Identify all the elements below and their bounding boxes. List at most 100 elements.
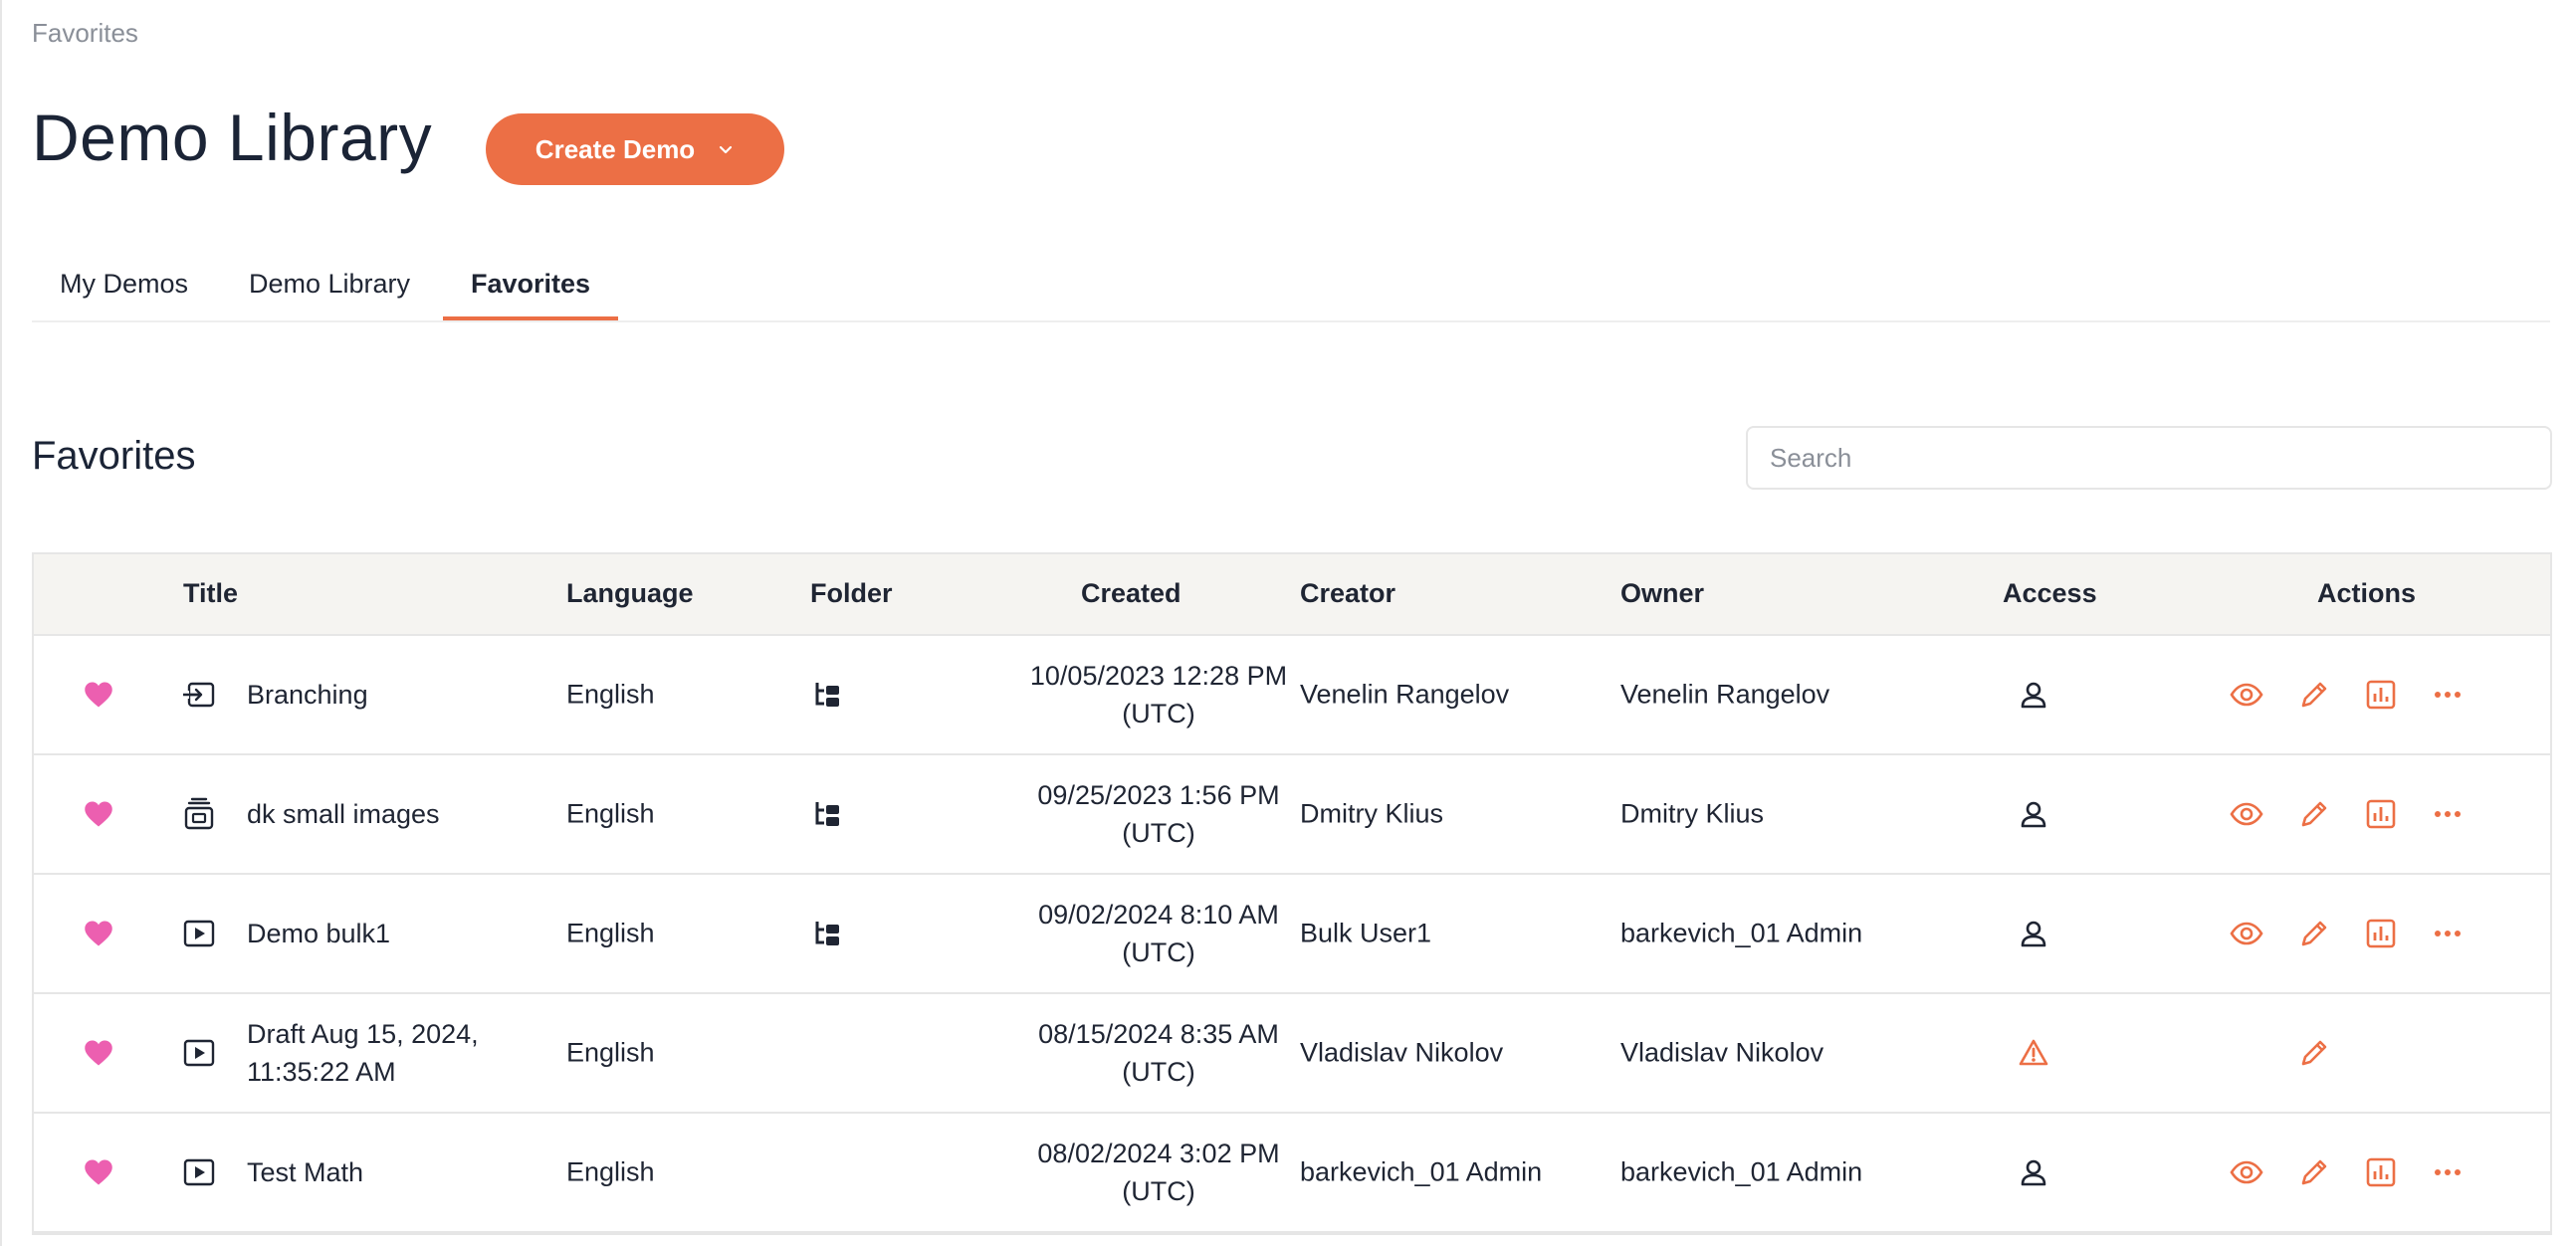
demo-title[interactable]: dk small images (247, 795, 506, 833)
search-input[interactable] (1746, 426, 2552, 490)
demo-created: 09/02/2024 8:10 AM (UTC) (989, 896, 1328, 971)
edit-pencil-icon[interactable] (2297, 917, 2331, 950)
created-date: 09/25/2023 1:56 PM (1037, 780, 1280, 810)
created-date: 08/02/2024 3:02 PM (1037, 1139, 1280, 1168)
active-tab-indicator (443, 316, 618, 320)
demo-created: 08/15/2024 8:35 AM (UTC) (989, 1015, 1328, 1091)
edit-pencil-icon[interactable] (2297, 678, 2331, 712)
header-title[interactable]: Title (183, 578, 238, 609)
tab-demo-library[interactable]: Demo Library (249, 269, 410, 300)
branching-icon (181, 678, 217, 712)
warning-icon (2019, 1038, 2048, 1068)
demo-title-line: Draft Aug 15, 2024, (247, 1019, 479, 1049)
demo-created: 10/05/2023 12:28 PM (UTC) (989, 657, 1328, 732)
table-row[interactable]: Branching English 10/05/2023 12:28 PM (UT… (34, 636, 2550, 755)
preview-eye-icon[interactable] (2230, 797, 2263, 831)
analytics-chart-icon[interactable] (2364, 678, 2398, 712)
more-options-icon[interactable] (2431, 797, 2465, 831)
preview-eye-icon[interactable] (2230, 1155, 2263, 1189)
create-demo-label: Create Demo (535, 133, 696, 164)
favorite-heart-icon[interactable] (84, 681, 113, 709)
demo-language: English (566, 679, 655, 710)
edit-pencil-icon[interactable] (2297, 1036, 2331, 1070)
table-row[interactable]: Test Math English 08/02/2024 3:02 PM (UTC… (34, 1114, 2550, 1233)
favorite-heart-icon[interactable] (84, 920, 113, 947)
demo-creator: Dmitry Klius (1300, 798, 1444, 829)
created-date: 09/02/2024 8:10 AM (1038, 900, 1279, 930)
table-row[interactable]: Demo bulk1 English 09/02/2024 8:10 AM (UT… (34, 875, 2550, 994)
demo-title[interactable]: Draft Aug 15, 2024, 11:35:22 AM (247, 1015, 506, 1091)
preview-eye-icon[interactable] (2230, 678, 2263, 712)
header-created[interactable]: Created (1081, 578, 1181, 609)
analytics-chart-icon[interactable] (2364, 917, 2398, 950)
folder-tree-icon[interactable] (812, 680, 842, 710)
section-title: Favorites (32, 434, 196, 478)
demo-creator: barkevich_01 Admin (1300, 1156, 1543, 1187)
created-timezone: (UTC) (1122, 818, 1195, 848)
favorite-heart-icon[interactable] (84, 800, 113, 828)
video-icon (181, 1036, 217, 1070)
demo-title-line: 11:35:22 AM (247, 1057, 396, 1087)
breadcrumb[interactable]: Favorites (32, 18, 138, 49)
user-icon (2019, 680, 2048, 710)
demo-title[interactable]: Branching (247, 676, 506, 714)
demo-owner: Venelin Rangelov (1620, 679, 1830, 710)
header-creator[interactable]: Creator (1300, 578, 1395, 609)
demo-title[interactable]: Demo bulk1 (247, 915, 506, 952)
user-icon (2019, 919, 2048, 948)
header-access: Access (2003, 578, 2097, 608)
demo-created: 09/25/2023 1:56 PM (UTC) (989, 776, 1328, 852)
table-header: Title Language Folder Created Creator Ow… (34, 554, 2550, 636)
demo-language: English (566, 1156, 655, 1187)
created-timezone: (UTC) (1122, 1176, 1195, 1206)
tab-favorites[interactable]: Favorites (471, 269, 590, 300)
header-folder[interactable]: Folder (810, 578, 893, 609)
tab-bar: My Demos Demo Library Favorites (32, 249, 2550, 322)
header-owner[interactable]: Owner (1620, 578, 1704, 609)
created-date: 08/15/2024 8:35 AM (1038, 1019, 1279, 1049)
page-title: Demo Library (32, 101, 433, 174)
table-row[interactable]: Draft Aug 15, 2024, 11:35:22 AM English 0… (34, 994, 2550, 1114)
preview-eye-icon[interactable] (2230, 917, 2263, 950)
more-options-icon[interactable] (2431, 917, 2465, 950)
header-actions: Actions (2317, 578, 2417, 608)
analytics-chart-icon[interactable] (2364, 1155, 2398, 1189)
favorites-table: Title Language Folder Created Creator Ow… (32, 552, 2552, 1235)
demo-language: English (566, 798, 655, 829)
demo-language: English (566, 918, 655, 948)
created-timezone: (UTC) (1122, 1057, 1195, 1087)
more-options-icon[interactable] (2431, 678, 2465, 712)
demo-creator: Venelin Rangelov (1300, 679, 1510, 710)
demo-owner: Dmitry Klius (1620, 798, 1765, 829)
edit-pencil-icon[interactable] (2297, 797, 2331, 831)
edit-pencil-icon[interactable] (2297, 1155, 2331, 1189)
demo-creator: Vladislav Nikolov (1300, 1037, 1504, 1068)
demo-owner: Vladislav Nikolov (1620, 1037, 1825, 1068)
favorite-heart-icon[interactable] (84, 1158, 113, 1186)
more-options-icon[interactable] (2431, 1155, 2465, 1189)
demo-owner: barkevich_01 Admin (1620, 918, 1863, 948)
folder-tree-icon[interactable] (812, 799, 842, 829)
slides-icon (181, 797, 217, 831)
created-timezone: (UTC) (1122, 937, 1195, 967)
video-icon (181, 1155, 217, 1189)
demo-title[interactable]: Test Math (247, 1153, 506, 1191)
favorite-heart-icon[interactable] (84, 1039, 113, 1067)
user-icon (2019, 799, 2048, 829)
header-language[interactable]: Language (566, 578, 694, 609)
tab-my-demos[interactable]: My Demos (60, 269, 188, 300)
folder-tree-icon[interactable] (812, 919, 842, 948)
demo-owner: barkevich_01 Admin (1620, 1156, 1863, 1187)
create-demo-button[interactable]: Create Demo (486, 113, 784, 185)
created-timezone: (UTC) (1122, 699, 1195, 728)
user-icon (2019, 1157, 2048, 1187)
chevron-down-icon (717, 140, 735, 158)
analytics-chart-icon[interactable] (2364, 797, 2398, 831)
demo-language: English (566, 1037, 655, 1068)
created-date: 10/05/2023 12:28 PM (1029, 661, 1288, 691)
video-icon (181, 917, 217, 950)
demo-creator: Bulk User1 (1300, 918, 1432, 948)
app-frame: Favorites Demo Library Create Demo My De… (0, 0, 2576, 1246)
table-row[interactable]: dk small images English 09/25/2023 1:56 … (34, 755, 2550, 875)
demo-created: 08/02/2024 3:02 PM (UTC) (989, 1135, 1328, 1210)
